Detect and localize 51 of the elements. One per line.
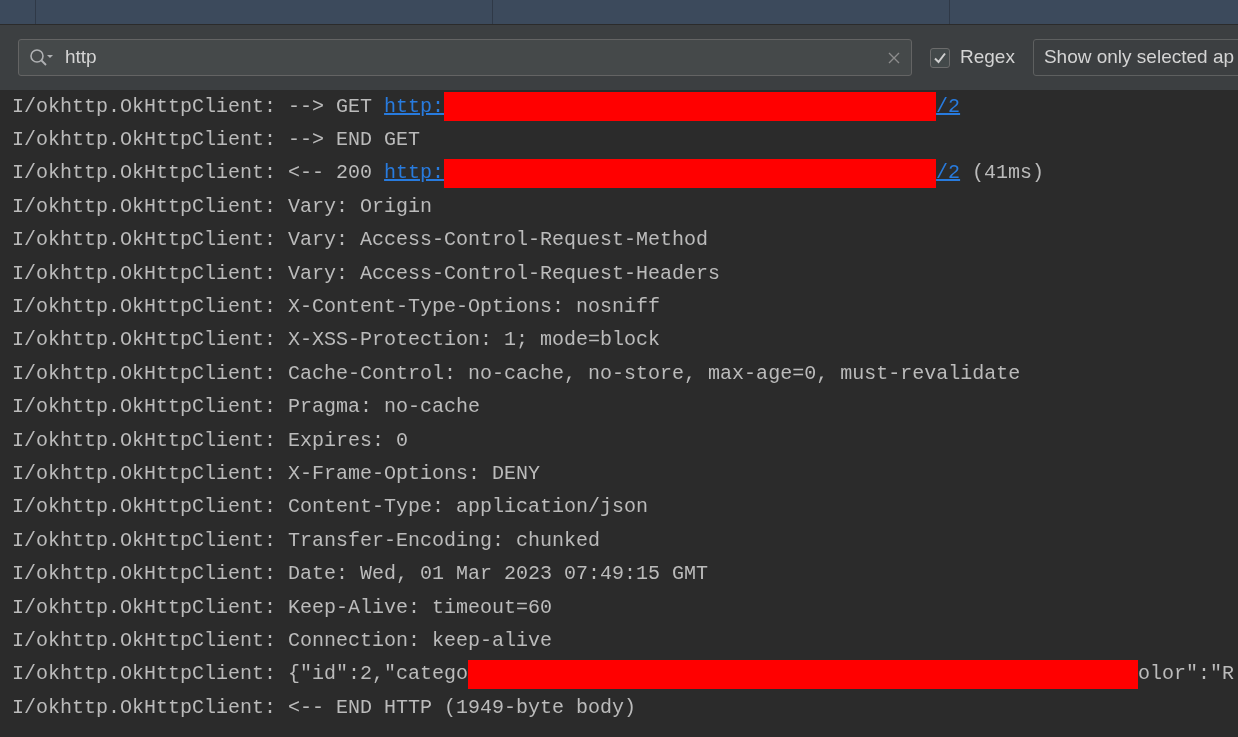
log-message: olor":"R — [1138, 661, 1235, 688]
log-message: Cache-Control: no-cache, no-store, max-age=0, must-revalidate — [288, 360, 1021, 387]
log-tag: I/okhttp.OkHttpClient: — [12, 459, 277, 489]
log-message: X-XSS-Protection: 1; mode=block — [288, 327, 661, 354]
log-tag: I/okhttp.OkHttpClient: — [12, 125, 277, 156]
scope-dropdown[interactable]: Show only selected ap — [1032, 39, 1238, 76]
log-message: Transfer-Encoding: chunked — [288, 527, 601, 554]
search-field[interactable]: http — [18, 39, 912, 76]
log-tag: I/okhttp.OkHttpClient: — [12, 91, 277, 122]
log-tag: I/okhttp.OkHttpClient: — [12, 592, 277, 623]
log-tag: I/okhttp.OkHttpClient: — [12, 692, 277, 723]
log-tag: I/okhttp.OkHttpClient: — [12, 191, 277, 222]
search-text: http — [65, 45, 98, 70]
log-message: --> END GET — [288, 127, 421, 154]
clear-icon[interactable] — [887, 50, 901, 65]
log-message: X-Frame-Options: DENY — [288, 461, 541, 487]
log-tag: I/okhttp.OkHttpClient: — [12, 325, 277, 356]
log-tag: I/okhttp.OkHttpClient: — [12, 392, 277, 423]
log-message: Expires: 0 — [288, 427, 409, 454]
log-message: Vary: Origin — [288, 193, 433, 220]
log-tag: I/okhttp.OkHttpClient: — [12, 525, 277, 556]
url-link[interactable]: http: — [384, 91, 445, 122]
log-tag: I/okhttp.OkHttpClient: — [12, 559, 277, 590]
log-message: Connection: keep-alive — [288, 627, 553, 654]
url-link[interactable]: /2 — [936, 158, 961, 189]
log-message: (41ms) — [971, 160, 1045, 187]
log-message: Pragma: no-cache — [288, 394, 481, 421]
log-message: Date: Wed, 01 Mar 2023 07:49:15 GMT — [288, 561, 709, 588]
log-message: X-Content-Type-Options: nosniff — [288, 294, 661, 321]
log-tag: I/okhttp.OkHttpClient: — [12, 659, 277, 690]
url-link[interactable]: http: — [384, 158, 445, 189]
log-tag: I/okhttp.OkHttpClient: — [12, 225, 277, 256]
log-tag: I/okhttp.OkHttpClient: — [12, 292, 277, 323]
log-message: Vary: Access-Control-Request-Headers — [288, 260, 721, 287]
log-tag: I/okhttp.OkHttpClient: — [12, 625, 277, 656]
log-message: {"id":2,"catego — [288, 661, 469, 688]
log-tag: I/okhttp.OkHttpClient: — [12, 158, 277, 189]
log-message: Keep-Alive: timeout=60 — [288, 594, 553, 621]
log-message: <-- END HTTP (1949-byte body) — [288, 694, 637, 721]
log-message: Vary: Access-Control-Request-Method — [288, 227, 709, 254]
log-message: Content-Type: application/json — [288, 494, 649, 521]
log-tag: I/okhttp.OkHttpClient: — [12, 425, 277, 456]
log-tag: I/okhttp.OkHttpClient: — [12, 492, 277, 523]
url-link[interactable]: /2 — [936, 91, 961, 122]
search-icon[interactable] — [29, 47, 55, 68]
log-tag: I/okhttp.OkHttpClient: — [12, 358, 277, 389]
regex-label: Regex — [960, 45, 1015, 70]
log-tag: I/okhttp.OkHttpClient: — [12, 258, 277, 289]
regex-checkbox[interactable] — [930, 47, 950, 68]
log-message: <-- 200 — [288, 160, 374, 187]
log-message: --> GET — [288, 93, 374, 120]
